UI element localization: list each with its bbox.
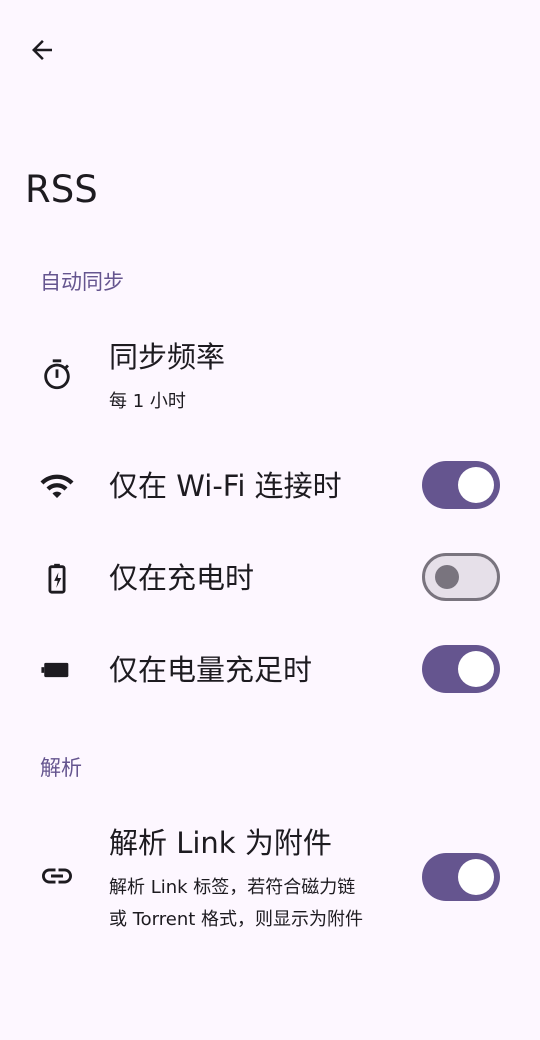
switch-thumb: [458, 467, 494, 503]
battery-sufficient-title: 仅在电量充足时: [109, 653, 313, 687]
sync-frequency-value: 每 1 小时: [109, 391, 186, 412]
wifi-icon: [38, 467, 76, 505]
rss-settings-screen: RSS 自动同步 同步频率 每 1 小时 仅在 Wi-Fi 连接时 仅在充电时 …: [0, 0, 540, 1040]
parse-link-description-line1: 解析 Link 标签，若符合磁力链: [109, 877, 356, 898]
arrow-back-icon: [32, 40, 52, 60]
timer-icon: [38, 356, 76, 394]
parse-link-title: 解析 Link 为附件: [109, 826, 332, 860]
wifi-only-item[interactable]: 仅在 Wi-Fi 连接时: [0, 446, 540, 526]
switch-thumb: [458, 859, 494, 895]
battery-charging-icon: [38, 559, 76, 597]
switch-thumb: [458, 651, 494, 687]
section-header-parse: 解析: [40, 756, 82, 780]
battery-full-icon: [38, 651, 76, 689]
back-button[interactable]: [20, 28, 64, 72]
page-title: RSS: [25, 168, 98, 211]
wifi-only-title: 仅在 Wi-Fi 连接时: [109, 469, 342, 503]
section-header-auto-sync: 自动同步: [40, 270, 124, 294]
sync-frequency-item[interactable]: 同步频率 每 1 小时: [0, 330, 540, 430]
link-icon: [38, 857, 76, 895]
parse-link-switch[interactable]: [422, 853, 500, 901]
battery-sufficient-item[interactable]: 仅在电量充足时: [0, 630, 540, 710]
charging-only-title: 仅在充电时: [109, 561, 255, 595]
parse-link-description-line2: 或 Torrent 格式，则显示为附件: [109, 909, 364, 930]
parse-link-item[interactable]: 解析 Link 为附件 解析 Link 标签，若符合磁力链 或 Torrent …: [0, 812, 540, 942]
sync-frequency-title: 同步频率: [109, 340, 226, 374]
charging-only-item[interactable]: 仅在充电时: [0, 538, 540, 618]
wifi-only-switch[interactable]: [422, 461, 500, 509]
charging-only-switch[interactable]: [422, 553, 500, 601]
switch-thumb: [435, 565, 459, 589]
battery-sufficient-switch[interactable]: [422, 645, 500, 693]
